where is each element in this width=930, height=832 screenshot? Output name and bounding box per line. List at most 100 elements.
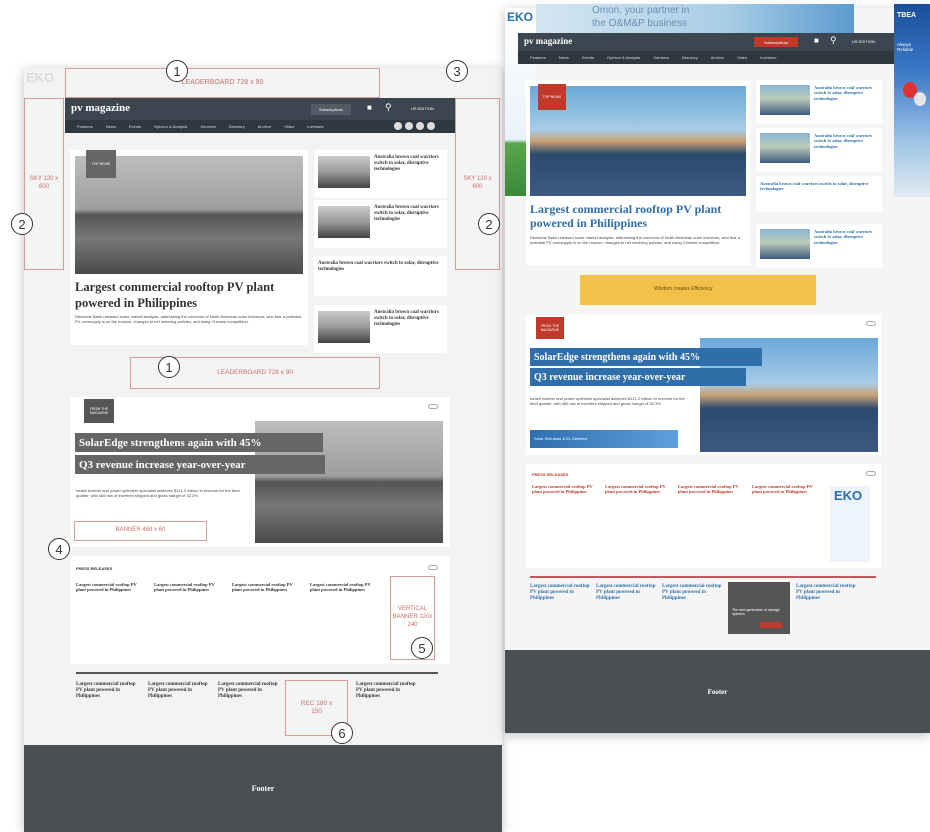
right-logo[interactable]: pv magazine bbox=[524, 36, 572, 46]
nav-item[interactable]: Video bbox=[284, 124, 294, 129]
bottom-item[interactable]: Largest commercial rooftop PV plant powe… bbox=[596, 584, 656, 602]
nav-item[interactable]: Video bbox=[737, 55, 747, 60]
side-news-item[interactable]: Australia brown coal warriors switch to … bbox=[756, 128, 882, 172]
right-feature-headline-2[interactable]: Q3 revenue increase year-over-year bbox=[530, 368, 746, 386]
nav-item[interactable]: Services bbox=[200, 124, 215, 129]
user-icon[interactable]: ■ bbox=[814, 36, 819, 45]
press-item[interactable]: Largest commercial rooftop PV plant powe… bbox=[232, 582, 294, 596]
press-title[interactable]: Largest commercial rooftop PV plant powe… bbox=[310, 582, 372, 593]
right-rec-ad: The next generation of storage systems bbox=[728, 582, 790, 634]
right-hero-card[interactable]: TOP NEWS Largest commercial rooftop PV p… bbox=[526, 80, 750, 265]
nav-item[interactable]: Events bbox=[582, 55, 594, 60]
press-title[interactable]: Largest commercial rooftop PV plant powe… bbox=[678, 484, 740, 495]
side-news-item[interactable]: Australia brown coal warriors switch to … bbox=[314, 256, 447, 296]
right-edition-select[interactable]: US EDITION bbox=[852, 39, 875, 44]
right-nav: Features News Events Opinion & Analysis Serv… bbox=[518, 51, 894, 64]
user-icon[interactable]: ■ bbox=[367, 103, 372, 112]
toggle-icon[interactable] bbox=[428, 404, 438, 409]
side-news-item[interactable]: Australia brown coal warriors switch to … bbox=[756, 224, 882, 268]
rss-icon[interactable] bbox=[416, 122, 424, 130]
press-item[interactable]: Largest commercial rooftop PV plant powe… bbox=[752, 484, 814, 498]
bottom-item[interactable]: Largest commercial rooftop PV plant powe… bbox=[796, 584, 856, 602]
nav-item[interactable]: Directory bbox=[229, 124, 245, 129]
left-logo[interactable]: pv magazine bbox=[71, 102, 130, 114]
twitter-icon[interactable] bbox=[394, 122, 402, 130]
left-feature-headline-1[interactable]: SolarEdge strengthens again with 45% bbox=[75, 433, 323, 452]
press-title[interactable]: Largest commercial rooftop PV plant powe… bbox=[752, 484, 814, 495]
right-hero-headline[interactable]: Largest commercial rooftop PV plant powe… bbox=[530, 202, 746, 231]
nav-item[interactable]: Features bbox=[77, 124, 93, 129]
nav-item[interactable]: Events bbox=[129, 124, 141, 129]
toggle-icon[interactable] bbox=[428, 565, 438, 570]
side-title[interactable]: Australia brown coal warriors switch to … bbox=[760, 181, 878, 192]
left-feature-headline-2[interactable]: Q3 revenue increase year-over-year bbox=[75, 455, 325, 474]
nav-item[interactable]: Directory bbox=[682, 55, 698, 60]
search-icon[interactable]: ⚲ bbox=[830, 35, 837, 46]
side-title[interactable]: Australia brown coal warriors switch to … bbox=[374, 310, 444, 328]
left-hero-headline[interactable]: Largest commercial rooftop PV plant powe… bbox=[75, 280, 303, 311]
right-eko-logo: EKO bbox=[507, 10, 534, 24]
side-title[interactable]: Australia brown coal warriors switch to … bbox=[814, 85, 878, 101]
ad-label: BANNER 468 x 60 bbox=[115, 527, 166, 534]
toggle-icon[interactable] bbox=[866, 471, 876, 476]
right-tbea-sky-ad: TBEA Always Reliable bbox=[894, 4, 930, 197]
press-item[interactable]: Largest commercial rooftop PV plant powe… bbox=[76, 582, 138, 596]
nav-item[interactable]: Services bbox=[653, 55, 668, 60]
right-subscriptions-button[interactable]: Subscriptions bbox=[754, 37, 798, 47]
press-item[interactable]: Largest commercial rooftop PV plant powe… bbox=[154, 582, 216, 596]
right-header: pv magazine Subscriptions ■ ⚲ US EDITION bbox=[518, 33, 894, 51]
nav-item[interactable]: News bbox=[106, 124, 116, 129]
right-press-heading: PRESS RELEASES bbox=[532, 472, 569, 477]
linkedin-icon[interactable] bbox=[427, 122, 435, 130]
side-title[interactable]: Australia brown coal warriors switch to … bbox=[374, 155, 444, 173]
side-news-item[interactable]: Australia brown coal warriors switch to … bbox=[314, 305, 447, 353]
left-hero-card[interactable]: TOP NEWS Largest commercial rooftop PV p… bbox=[70, 150, 308, 345]
side-thumb bbox=[760, 85, 810, 115]
side-title[interactable]: Australia brown coal warriors switch to … bbox=[318, 261, 443, 273]
press-title[interactable]: Largest commercial rooftop PV plant powe… bbox=[154, 582, 216, 593]
left-press-heading: PRESS RELEASES bbox=[76, 566, 113, 571]
nav-item[interactable]: Opinion & Analysis bbox=[607, 55, 640, 60]
press-title[interactable]: Largest commercial rooftop PV plant powe… bbox=[532, 484, 594, 495]
bottom-item[interactable]: Largest commercial rooftop PV plant powe… bbox=[76, 682, 136, 700]
side-title[interactable]: Australia brown coal warriors switch to … bbox=[374, 205, 444, 223]
side-title[interactable]: Australia brown coal warriors switch to … bbox=[814, 133, 878, 149]
bottom-item[interactable]: Largest commercial rooftop PV plant powe… bbox=[218, 682, 278, 700]
right-feature-headline-1[interactable]: SolarEdge strengthens again with 45% bbox=[530, 348, 762, 366]
toggle-icon[interactable] bbox=[866, 321, 876, 326]
left-subscriptions-button[interactable]: Subscriptions bbox=[311, 104, 351, 115]
side-news-item[interactable]: Australia brown coal warriors switch to … bbox=[756, 176, 882, 212]
balloon-icon bbox=[914, 92, 926, 106]
nav-item[interactable]: Investors bbox=[307, 124, 323, 129]
nav-item[interactable]: Archive bbox=[711, 55, 724, 60]
nav-item[interactable]: Investors bbox=[760, 55, 776, 60]
side-news-item[interactable]: Australia brown coal warriors switch to … bbox=[756, 80, 882, 124]
left-edition-select[interactable]: US EDITION bbox=[411, 106, 434, 111]
side-thumb bbox=[318, 311, 370, 343]
press-item[interactable]: Largest commercial rooftop PV plant powe… bbox=[678, 484, 740, 498]
right-rec-ad-button[interactable] bbox=[760, 622, 782, 628]
bottom-item[interactable]: Largest commercial rooftop PV plant powe… bbox=[356, 682, 416, 700]
nav-item[interactable]: Opinion & Analysis bbox=[154, 124, 187, 129]
callout-4: 4 bbox=[48, 538, 70, 560]
nav-item[interactable]: Archive bbox=[258, 124, 271, 129]
bottom-item[interactable]: Largest commercial rooftop PV plant powe… bbox=[662, 584, 722, 602]
search-icon[interactable]: ⚲ bbox=[385, 102, 392, 113]
bottom-item[interactable]: Largest commercial rooftop PV plant powe… bbox=[530, 584, 590, 602]
bottom-item[interactable]: Largest commercial rooftop PV plant powe… bbox=[148, 682, 208, 700]
callout-2-right: 2 bbox=[478, 213, 500, 235]
nav-item[interactable]: Features bbox=[530, 55, 546, 60]
press-item[interactable]: Largest commercial rooftop PV plant powe… bbox=[310, 582, 372, 596]
left-sky-right-ad: SKY 120 x 600 bbox=[455, 98, 500, 270]
press-item[interactable]: Largest commercial rooftop PV plant powe… bbox=[605, 484, 667, 498]
side-title[interactable]: Australia brown coal warriors switch to … bbox=[814, 229, 878, 245]
facebook-icon[interactable] bbox=[405, 122, 413, 130]
nav-item[interactable]: News bbox=[559, 55, 569, 60]
side-news-item[interactable]: Australia brown coal warriors switch to … bbox=[314, 200, 447, 248]
side-news-item[interactable]: Australia brown coal warriors switch to … bbox=[314, 150, 447, 198]
press-title[interactable]: Largest commercial rooftop PV plant powe… bbox=[76, 582, 138, 593]
press-title[interactable]: Largest commercial rooftop PV plant powe… bbox=[605, 484, 667, 495]
press-item[interactable]: Largest commercial rooftop PV plant powe… bbox=[532, 484, 594, 498]
press-title[interactable]: Largest commercial rooftop PV plant powe… bbox=[232, 582, 294, 593]
side-thumb bbox=[318, 156, 370, 188]
